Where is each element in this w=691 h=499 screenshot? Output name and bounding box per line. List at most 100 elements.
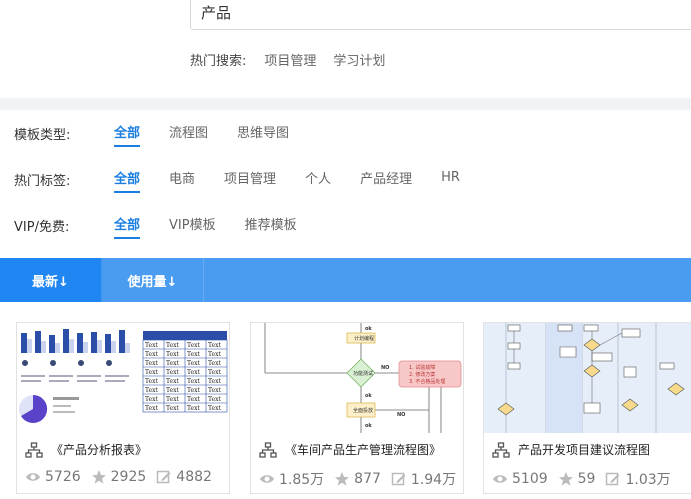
table-cell-text: Text <box>166 396 179 403</box>
filter-tag-all[interactable]: 全部 <box>114 168 141 193</box>
flow-node-text: 计划编程 <box>354 335 374 342</box>
template-thumbnail[interactable]: 计划编程 功能测试 全面投放 1. 试验故障 2. 修改方案 3. 不合格品处理… <box>251 323 463 433</box>
template-grid: Text Text Text Text Text Text Text Text Text Text… <box>16 322 691 499</box>
template-title-row[interactable]: 《车间产品生产管理流程图》 <box>259 441 441 458</box>
table-cell-text: Text <box>187 396 200 403</box>
template-thumbnail[interactable]: Text Text Text Text Text Text Text Text Text Text… <box>17 323 229 433</box>
edit-icon <box>157 470 171 484</box>
filter-vip-recommended[interactable]: 推荐模板 <box>245 214 297 236</box>
table-cell-text: Text <box>166 360 179 367</box>
swimlane-thumbnail-graphic <box>484 323 691 433</box>
template-title-row[interactable]: 产品开发项目建议流程图 <box>492 441 650 458</box>
eye-icon <box>260 475 274 483</box>
table-cell-text: Text <box>145 360 158 367</box>
sort-bar: 最新↓ 使用量↓ <box>0 258 691 302</box>
table-cell-text: Text <box>145 369 158 376</box>
table-cell-text: Text <box>187 387 200 394</box>
table-cell-text: Text <box>187 342 200 349</box>
filter-tag-hr[interactable]: HR <box>441 170 460 188</box>
filter-label: 热门标签: <box>14 173 71 189</box>
use-count: 1.94万 <box>410 472 457 488</box>
view-count: 5726 <box>45 469 81 485</box>
edit-icon <box>606 472 620 486</box>
flowchart-icon <box>259 441 277 458</box>
flow-label: NO <box>381 365 389 371</box>
hot-keyword-study[interactable]: 学习计划 <box>333 50 385 69</box>
view-count: 5109 <box>512 471 548 487</box>
table-cell-text: Text <box>208 360 221 367</box>
report-thumbnail-graphic: Text Text Text Text Text Text Text Text Text Text… <box>17 323 229 433</box>
table-cell-text: Text <box>145 351 158 358</box>
table-cell-text: Text <box>187 405 200 412</box>
table-cell-text: Text <box>208 378 221 385</box>
table-cell-text: Text <box>166 387 179 394</box>
hot-keyword-project[interactable]: 项目管理 <box>264 50 316 69</box>
table-cell-text: Text <box>166 351 179 358</box>
star-count: 2925 <box>110 469 147 485</box>
flow-note: 2. 修改方案 <box>409 371 435 378</box>
table-cell-text: Text <box>166 369 179 376</box>
table-cell-text: Text <box>145 405 158 412</box>
star-count: 877 <box>354 471 381 487</box>
flow-note: 1. 试验故障 <box>409 364 435 371</box>
template-stats: 5726 2925 4882 <box>25 469 222 485</box>
template-title: 产品开发项目建议流程图 <box>518 443 651 457</box>
flowchart-icon <box>25 441 43 458</box>
filter-row-type: 模板类型: 全部 流程图 思维导图 <box>14 121 318 147</box>
sort-newest-button[interactable]: 最新↓ <box>0 258 102 302</box>
filter-vip-vip[interactable]: VIP模板 <box>169 214 216 236</box>
view-count: 1.85万 <box>279 472 325 488</box>
use-count: 1.03万 <box>625 472 671 488</box>
flow-node-text: 全面投放 <box>353 407 373 414</box>
flowchart-thumbnail-graphic: 计划编程 功能测试 全面投放 1. 试验故障 2. 修改方案 3. 不合格品处理… <box>251 323 463 433</box>
template-card[interactable]: Text Text Text Text Text Text Text Text Text Text… <box>16 322 230 494</box>
filter-row-tags: 热门标签: 全部 电商 项目管理 个人 产品经理 HR <box>14 167 489 193</box>
table-cell-text: Text <box>145 378 158 385</box>
edit-icon <box>391 472 406 486</box>
flow-label: ok <box>365 423 372 429</box>
flow-node-text: 功能测试 <box>353 370 373 377</box>
filter-row-vip: VIP/免费: 全部 VIP模板 推荐模板 <box>14 213 326 239</box>
eye-icon <box>493 475 507 483</box>
flow-label: NO <box>397 412 405 418</box>
template-title: 《产品分析报表》 <box>51 443 148 457</box>
table-cell-text: Text <box>166 342 179 349</box>
table-cell-text: Text <box>145 342 158 349</box>
eye-icon <box>26 473 40 481</box>
hot-search-label: 热门搜索: <box>190 54 247 69</box>
use-count: 4882 <box>176 469 212 485</box>
search-input[interactable] <box>190 0 691 30</box>
template-title-row[interactable]: 《产品分析报表》 <box>25 441 147 458</box>
table-cell-text: Text <box>187 378 200 385</box>
filter-tag-project[interactable]: 项目管理 <box>224 168 276 190</box>
template-title: 《车间产品生产管理流程图》 <box>285 443 442 457</box>
template-stats: 1.85万 877 1.94万 <box>259 469 463 489</box>
filter-label: VIP/免费: <box>14 219 70 235</box>
filter-tag-personal[interactable]: 个人 <box>305 168 331 190</box>
star-count: 59 <box>577 471 596 487</box>
table-cell-text: Text <box>208 396 221 403</box>
template-card[interactable]: 计划编程 功能测试 全面投放 1. 试验故障 2. 修改方案 3. 不合格品处理… <box>250 322 464 494</box>
table-cell-text: Text <box>187 351 200 358</box>
filter-type-mindmap[interactable]: 思维导图 <box>237 122 289 144</box>
sort-usage-button[interactable]: 使用量↓ <box>102 258 204 302</box>
filter-panel: 模板类型: 全部 流程图 思维导图 热门标签: 全部 电商 项目管理 个人 产品… <box>0 110 691 258</box>
filter-vip-all[interactable]: 全部 <box>114 214 141 239</box>
table-cell-text: Text <box>187 360 200 367</box>
filter-tag-ecommerce[interactable]: 电商 <box>169 168 195 190</box>
template-stats: 5109 59 1.03万 <box>492 469 681 489</box>
table-cell-text: Text <box>166 378 179 385</box>
star-icon <box>91 470 106 484</box>
filter-type-flowchart[interactable]: 流程图 <box>169 122 208 144</box>
search-area: 热门搜索: 项目管理 学习计划 <box>0 0 691 98</box>
hot-search: 热门搜索: 项目管理 学习计划 <box>190 50 402 69</box>
table-cell-text: Text <box>208 369 221 376</box>
star-icon <box>558 472 573 486</box>
table-cell-text: Text <box>187 369 200 376</box>
table-cell-text: Text <box>145 387 158 394</box>
flow-label: ok <box>365 393 372 399</box>
filter-tag-pm[interactable]: 产品经理 <box>360 168 412 190</box>
template-card[interactable]: 产品开发项目建议流程图 5109 59 1.03万 <box>483 322 691 494</box>
template-thumbnail[interactable] <box>484 323 691 433</box>
filter-type-all[interactable]: 全部 <box>114 122 141 147</box>
